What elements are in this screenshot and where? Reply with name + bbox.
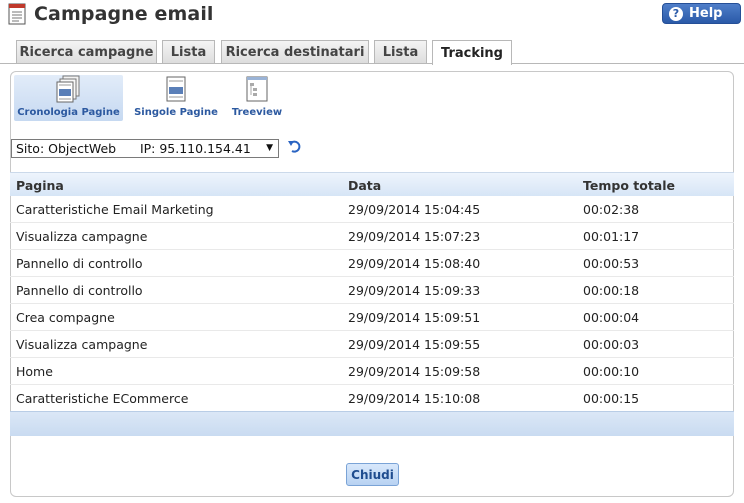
table-row[interactable]: Caratteristiche Email Marketing 29/09/20… xyxy=(10,196,734,223)
cell-tempo: 00:02:38 xyxy=(583,202,640,217)
cell-tempo: 00:01:17 xyxy=(583,229,640,244)
tabs-divider xyxy=(0,63,744,64)
help-button[interactable]: ? Help xyxy=(662,3,741,24)
refresh-icon[interactable] xyxy=(287,139,303,155)
cell-data: 29/09/2014 15:09:55 xyxy=(348,337,481,352)
cell-data: 29/09/2014 15:07:23 xyxy=(348,229,481,244)
chevron-down-icon: ▼ xyxy=(266,143,273,153)
help-label: Help xyxy=(689,6,723,21)
toolbar-label: Treeview xyxy=(231,107,283,118)
cell-pagina: Visualizza campagne xyxy=(16,337,148,352)
tracking-table: Pagina Data Tempo totale Caratteristiche… xyxy=(10,172,734,436)
table-row[interactable]: Visualizza campagne 29/09/2014 15:07:23 … xyxy=(10,223,734,250)
tab-ricerca-campagne[interactable]: Ricerca campagne xyxy=(16,40,157,64)
table-row[interactable]: Home 29/09/2014 15:09:58 00:00:10 xyxy=(10,358,734,385)
cell-data: 29/09/2014 15:04:45 xyxy=(348,202,481,217)
tab-lista-campagne[interactable]: Lista xyxy=(162,40,215,64)
toolbar-cronologia-pagine[interactable]: Cronologia Pagine xyxy=(14,75,123,121)
cell-pagina: Crea compagne xyxy=(16,310,115,325)
table-footer xyxy=(10,411,734,436)
cell-pagina: Caratteristiche ECommerce xyxy=(16,391,189,406)
close-button[interactable]: Chiudi xyxy=(346,463,399,486)
cell-pagina: Pannello di controllo xyxy=(16,283,143,298)
site-select-value: Sito: ObjectWeb IP: 95.110.154.41 xyxy=(16,141,251,156)
site-select[interactable]: Sito: ObjectWeb IP: 95.110.154.41 ▼ xyxy=(11,139,279,158)
page-header: Campagne email ? Help xyxy=(0,0,744,30)
cell-tempo: 00:00:53 xyxy=(583,256,640,271)
page-history-icon xyxy=(56,75,79,103)
cell-pagina: Pannello di controllo xyxy=(16,256,143,271)
tab-tracking[interactable]: Tracking xyxy=(432,40,512,65)
cell-data: 29/09/2014 15:10:08 xyxy=(348,391,481,406)
toolbar-singole-pagine[interactable]: Singole Pagine xyxy=(132,75,220,121)
treeview-icon xyxy=(246,76,268,102)
column-header-data[interactable]: Data xyxy=(348,178,381,193)
cell-pagina: Home xyxy=(16,364,53,379)
question-icon: ? xyxy=(669,6,683,21)
column-header-pagina[interactable]: Pagina xyxy=(16,178,64,193)
toolbar-label: Singole Pagine xyxy=(134,107,218,118)
cell-data: 29/09/2014 15:09:58 xyxy=(348,364,481,379)
cell-data: 29/09/2014 15:09:51 xyxy=(348,310,481,325)
table-row[interactable]: Visualizza campagne 29/09/2014 15:09:55 … xyxy=(10,331,734,358)
cell-tempo: 00:00:18 xyxy=(583,283,640,298)
cell-data: 29/09/2014 15:09:33 xyxy=(348,283,481,298)
table-row[interactable]: Pannello di controllo 29/09/2014 15:09:3… xyxy=(10,277,734,304)
cell-pagina: Visualizza campagne xyxy=(16,229,148,244)
single-page-icon xyxy=(166,76,186,102)
column-header-tempo-totale[interactable]: Tempo totale xyxy=(583,178,675,193)
document-icon xyxy=(8,3,26,25)
cell-tempo: 00:00:03 xyxy=(583,337,640,352)
table-header: Pagina Data Tempo totale xyxy=(10,172,734,196)
tab-bar: Ricerca campagne Lista Ricerca destinata… xyxy=(0,40,744,65)
table-row[interactable]: Pannello di controllo 29/09/2014 15:08:4… xyxy=(10,250,734,277)
cell-pagina: Caratteristiche Email Marketing xyxy=(16,202,214,217)
tab-ricerca-destinatari[interactable]: Ricerca destinatari xyxy=(221,40,369,64)
toolbar-label: Cronologia Pagine xyxy=(17,107,120,118)
table-row[interactable]: Caratteristiche ECommerce 29/09/2014 15:… xyxy=(10,385,734,412)
toolbar-treeview[interactable]: Treeview xyxy=(228,75,286,121)
table-row[interactable]: Crea compagne 29/09/2014 15:09:51 00:00:… xyxy=(10,304,734,331)
tab-lista-destinatari[interactable]: Lista xyxy=(374,40,427,64)
page-title: Campagne email xyxy=(34,3,214,25)
view-toolbar: Cronologia Pagine Singole Pagine Treevie… xyxy=(14,75,314,123)
cell-tempo: 00:00:15 xyxy=(583,391,640,406)
cell-data: 29/09/2014 15:08:40 xyxy=(348,256,481,271)
cell-tempo: 00:00:04 xyxy=(583,310,640,325)
cell-tempo: 00:00:10 xyxy=(583,364,640,379)
